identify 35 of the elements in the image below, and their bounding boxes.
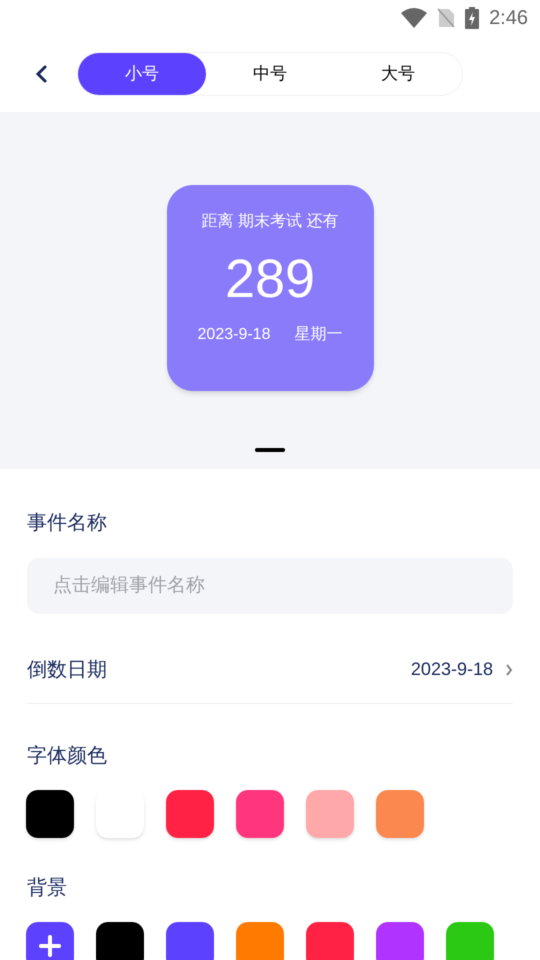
background-swatch[interactable]: [166, 922, 214, 960]
color-swatch[interactable]: [306, 790, 354, 838]
widget-weekday: 星期一: [294, 325, 342, 345]
section-label: 字体颜色: [27, 744, 108, 769]
color-swatch[interactable]: [166, 790, 214, 838]
color-swatch[interactable]: [376, 790, 424, 838]
chevron-right-icon: [505, 662, 513, 676]
background-swatch[interactable]: [446, 922, 494, 960]
section-label: 背景: [27, 876, 68, 901]
widget-title: 距离 期末考试 还有: [202, 212, 338, 232]
background-swatch[interactable]: [96, 922, 144, 960]
color-swatch[interactable]: [26, 790, 74, 838]
widget-date: 2023-9-18: [198, 325, 270, 345]
add-background-button[interactable]: [26, 922, 74, 960]
no-sim-icon: [437, 8, 456, 28]
size-tab[interactable]: 小号: [78, 53, 206, 95]
date-value: 2023-9-18: [410, 658, 493, 681]
size-tab[interactable]: 中号: [206, 53, 334, 95]
color-swatch[interactable]: [236, 790, 284, 838]
event-name-field[interactable]: 点击编辑事件名称: [27, 558, 513, 614]
background-swatch[interactable]: [306, 922, 354, 960]
plus-icon: [39, 935, 61, 957]
color-swatch[interactable]: [96, 790, 144, 838]
background-swatch[interactable]: [236, 922, 284, 960]
row-label: 倒数日期: [27, 658, 107, 682]
clock-time: 2:46: [489, 6, 528, 31]
date-row[interactable]: 倒数日期 2023-9-18: [27, 636, 513, 704]
background-swatch[interactable]: [376, 922, 424, 960]
battery-charging-icon: [465, 7, 480, 29]
days-count: 289: [224, 248, 316, 311]
section-label: 事件名称: [27, 511, 108, 536]
wifi-icon: [401, 8, 428, 28]
back-icon: [35, 65, 47, 83]
drag-handle[interactable]: [255, 448, 285, 452]
size-tab[interactable]: 大号: [334, 53, 462, 95]
